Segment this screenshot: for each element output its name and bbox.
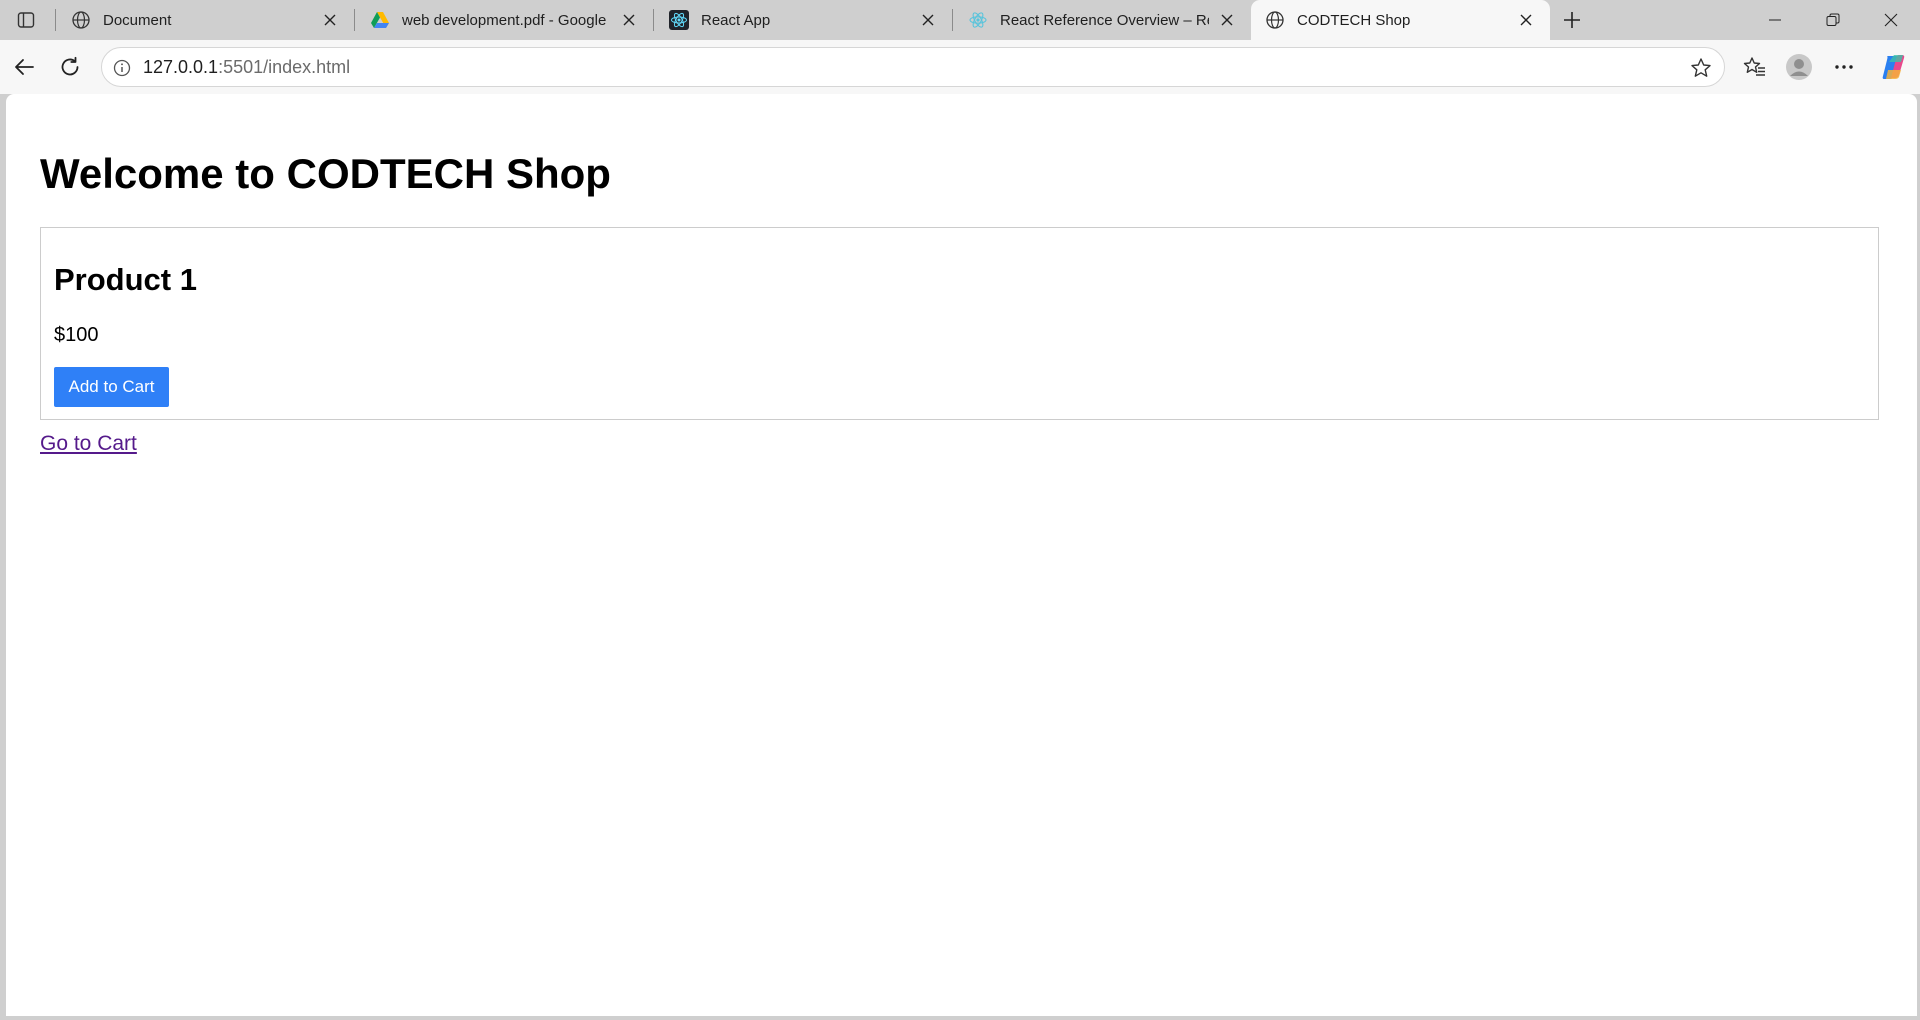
page-viewport: Welcome to CODTECH Shop Product 1 $100 A…	[6, 94, 1917, 1016]
product-price: $100	[54, 324, 99, 346]
minimize-icon	[1769, 19, 1781, 21]
go-to-cart-link[interactable]: Go to Cart	[40, 432, 137, 456]
more-icon	[1835, 65, 1853, 69]
profile-button[interactable]	[1781, 49, 1817, 85]
tab-title: Document	[103, 11, 172, 29]
sidebar-icon	[17, 12, 35, 28]
tab-title: CODTECH Shop	[1297, 11, 1411, 29]
restore-icon	[1826, 13, 1840, 26]
tab-title: React Reference Overview – React	[1000, 11, 1209, 29]
copilot-icon	[1882, 55, 1905, 79]
reload-icon	[61, 56, 79, 76]
favorites-button[interactable]	[1737, 49, 1773, 85]
close-icon[interactable]	[320, 10, 340, 30]
page-title: Welcome to CODTECH Shop	[40, 150, 611, 197]
close-icon[interactable]	[1516, 10, 1536, 30]
tab-title: web development.pdf - Google Drive	[402, 11, 611, 29]
star-icon[interactable]	[1688, 55, 1714, 81]
tab-title: React App	[701, 11, 771, 29]
globe-icon	[1265, 10, 1285, 30]
product-card: Product 1 $100 Add to Cart	[40, 227, 1879, 420]
tab-separator	[653, 9, 654, 31]
reload-button[interactable]	[52, 49, 88, 85]
react-icon	[968, 10, 988, 30]
tab-react-app[interactable]: React App	[655, 0, 952, 40]
close-icon	[1884, 13, 1898, 27]
favorites-icon	[1743, 57, 1765, 76]
back-button[interactable]	[6, 49, 42, 85]
site-info-icon[interactable]	[111, 57, 133, 79]
react-icon	[669, 10, 689, 30]
close-icon[interactable]	[918, 10, 938, 30]
minimize-button[interactable]	[1746, 0, 1804, 40]
tab-document[interactable]: Document	[57, 0, 354, 40]
tab-separator	[952, 9, 953, 31]
close-icon[interactable]	[1217, 10, 1237, 30]
product-name: Product 1	[54, 262, 197, 297]
tab-google-drive[interactable]: web development.pdf - Google Drive	[356, 0, 653, 40]
tab-separator	[354, 9, 355, 31]
new-tab-button[interactable]	[1556, 5, 1588, 35]
close-icon[interactable]	[619, 10, 639, 30]
url-text: 127.0.0.1:5501/index.html	[143, 48, 350, 86]
add-to-cart-button[interactable]: Add to Cart	[54, 367, 169, 407]
tab-separator	[55, 9, 56, 31]
google-drive-icon	[370, 10, 390, 30]
avatar-icon	[1786, 54, 1812, 80]
more-menu-button[interactable]	[1826, 49, 1862, 85]
url-host: 127.0.0.1	[143, 57, 219, 77]
close-window-button[interactable]	[1862, 0, 1920, 40]
address-bar[interactable]: 127.0.0.1:5501/index.html	[101, 47, 1725, 87]
restore-button[interactable]	[1804, 0, 1862, 40]
plus-icon	[1564, 12, 1580, 28]
tab-strip: Document web development.pdf - Google Dr…	[0, 0, 1920, 40]
sidebar-toggle-button[interactable]	[8, 6, 44, 34]
url-path: :5501/index.html	[218, 57, 351, 77]
back-arrow-icon	[15, 59, 34, 75]
copilot-button[interactable]	[1875, 49, 1911, 85]
globe-icon	[71, 10, 91, 30]
tab-codtech-shop[interactable]: CODTECH Shop	[1251, 0, 1550, 40]
browser-toolbar: 127.0.0.1:5501/index.html	[0, 40, 1920, 94]
tab-react-reference[interactable]: React Reference Overview – React	[954, 0, 1251, 40]
